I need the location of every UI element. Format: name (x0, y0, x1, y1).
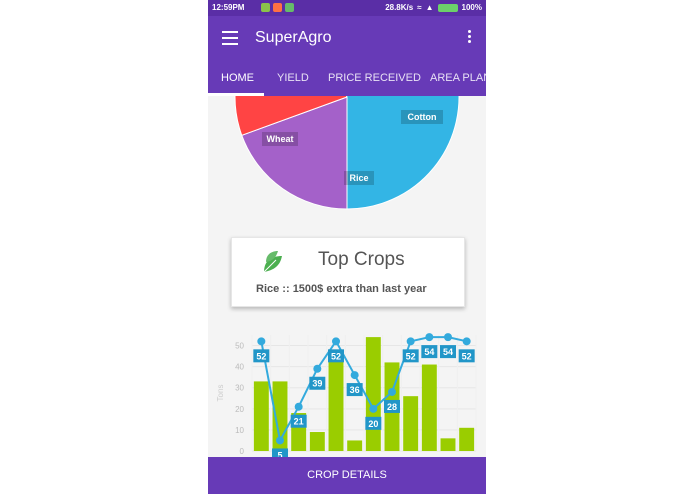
bar (309, 432, 325, 451)
y-tick-label: 50 (235, 342, 244, 351)
point-label: 28 (387, 402, 397, 412)
line-point (332, 337, 340, 346)
bar (347, 440, 363, 451)
tab-home[interactable]: HOME (221, 72, 254, 84)
point-label: 52 (462, 351, 472, 361)
line-point (425, 333, 434, 342)
tab-yield[interactable]: YIELD (277, 72, 309, 84)
crop-details-button[interactable]: CROP DETAILS (208, 457, 486, 494)
y-tick-label: 0 (240, 447, 245, 456)
point-label: 52 (331, 351, 341, 361)
bar (440, 438, 456, 451)
hamburger-menu-icon[interactable] (222, 31, 238, 45)
line-point (276, 436, 284, 445)
line-point (350, 371, 359, 380)
y-tick-label: 30 (235, 384, 244, 393)
leaf-icon (263, 251, 282, 273)
y-tick-label: 10 (235, 426, 244, 435)
point-label: 52 (406, 351, 416, 361)
notification-icon (261, 3, 270, 12)
top-crop-name: Rice (256, 283, 280, 295)
point-label: 52 (256, 351, 266, 361)
top-crops-card[interactable]: Top Crops Rice :: 1500$ extra than last … (231, 237, 465, 307)
point-label: 36 (350, 385, 360, 395)
line-point (369, 404, 378, 413)
point-label: 21 (294, 417, 304, 427)
status-bar: 12:59PM 28.8K/s ≈ ▲ 100% (208, 0, 486, 16)
y-tick-label: 20 (235, 405, 244, 414)
wifi-icon: ≈ (417, 3, 422, 12)
point-label: 54 (424, 347, 434, 357)
app-bar: SuperAgro HOME YIELD PRICE RECEIVED AREA… (208, 16, 486, 96)
status-right: 28.8K/s ≈ ▲ 100% (385, 3, 482, 12)
notification-icons (261, 3, 294, 12)
bar (328, 358, 344, 451)
y-axis-label: Tons (216, 385, 225, 402)
home-content[interactable]: WheatRice Cotton Top Crops Rice :: 1500$ … (208, 96, 486, 457)
y-tick-label: 40 (235, 363, 244, 372)
line-point (294, 402, 303, 411)
battery-level: 100% (461, 3, 482, 12)
tab-area-plan[interactable]: AREA PLAN (430, 72, 486, 84)
point-label: 54 (443, 347, 453, 357)
more-vert-icon[interactable] (468, 30, 472, 45)
point-label: 20 (368, 419, 378, 429)
notification-icon (285, 3, 294, 12)
bar (459, 427, 475, 451)
pie-slice-label: Cotton (408, 112, 437, 122)
card-info: Rice :: 1500$ extra than last year (256, 283, 427, 295)
card-title: Top Crops (318, 249, 405, 270)
pie-slice-label: Rice (349, 173, 368, 183)
network-speed: 28.8K/s (385, 3, 414, 12)
bar (403, 396, 419, 451)
top-crop-detail: :: 1500$ extra than last year (279, 283, 427, 295)
line-point (257, 337, 266, 346)
tab-price-received[interactable]: PRICE RECEIVED (328, 72, 421, 84)
line-point (388, 387, 396, 396)
line-point (444, 333, 452, 342)
crop-pie-chart: Wheat Rice Cotton (234, 96, 460, 210)
status-time: 12:59PM (212, 3, 245, 12)
signal-icon: ▲ (425, 3, 434, 12)
notification-icon (273, 3, 282, 12)
point-label: 39 (312, 379, 322, 389)
bar (421, 364, 437, 451)
app-title: SuperAgro (255, 29, 332, 46)
yield-combo-chart: 01020304050Tons52521395236202852 54 54 52 (216, 333, 477, 457)
battery-icon (437, 3, 458, 12)
tab-bar: HOME YIELD PRICE RECEIVED AREA PLAN (208, 68, 486, 96)
line-point (462, 337, 471, 346)
bar (365, 337, 381, 451)
pie-slice-label: Wheat (267, 134, 294, 144)
line-point (406, 337, 415, 346)
line-point (313, 364, 322, 373)
phone-screen: 12:59PM 28.8K/s ≈ ▲ 100% SuperAgro HOME … (208, 0, 486, 494)
bar (253, 381, 269, 451)
